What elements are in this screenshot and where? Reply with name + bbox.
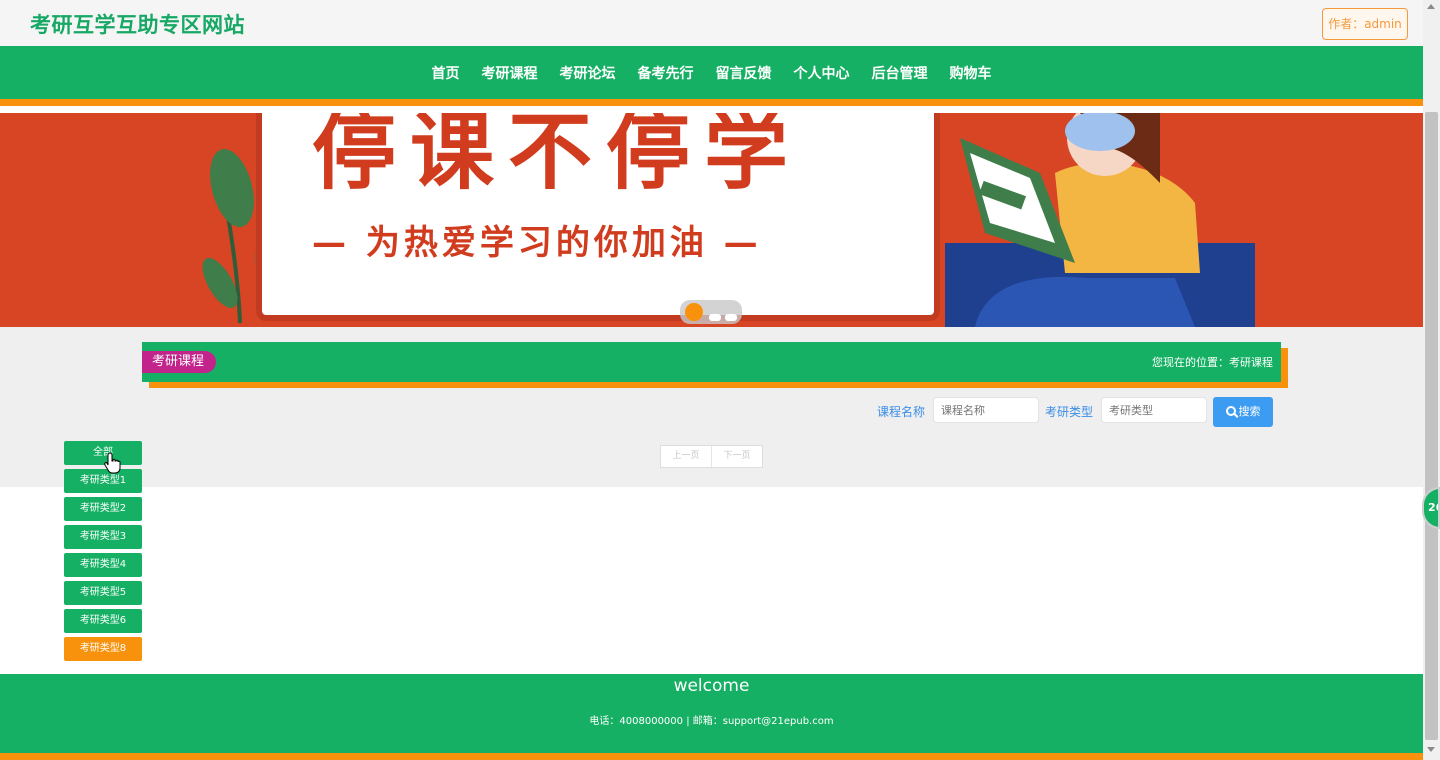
section-title-bar: 考研课程 您现在的位置：考研课程 xyxy=(142,342,1281,382)
search-button-label: 搜索 xyxy=(1238,405,1261,418)
category-type-2[interactable]: 考研类型2 xyxy=(64,497,142,521)
search-button[interactable]: 搜索 xyxy=(1213,397,1273,427)
category-type-5[interactable]: 考研类型5 xyxy=(64,581,142,605)
site-title[interactable]: 考研互学互助专区网站 xyxy=(30,9,245,39)
category-type-1[interactable]: 考研类型1 xyxy=(64,469,142,493)
scroll-down-arrow-icon[interactable] xyxy=(1427,747,1435,752)
main-nav: 首页 考研课程 考研论坛 备考先行 留言反馈 个人中心 后台管理 购物车 xyxy=(0,46,1423,106)
exam-type-input[interactable] xyxy=(1101,397,1207,423)
carousel-dot-active[interactable] xyxy=(685,303,703,321)
banner-subline: — 为热爱学习的你加油 — xyxy=(312,223,762,263)
category-type-4[interactable]: 考研类型4 xyxy=(64,553,142,577)
nav-item-prep[interactable]: 备考先行 xyxy=(638,63,694,83)
hand-cursor-icon xyxy=(104,452,121,474)
top-header: 考研互学互助专区网站 作者：admin xyxy=(0,0,1423,46)
course-name-label: 课程名称 xyxy=(877,405,926,419)
carousel-dot[interactable] xyxy=(709,314,721,321)
content-area: 考研课程 您现在的位置：考研课程 课程名称 考研类型 搜索 上一页 下一页 xyxy=(0,327,1423,487)
nav-item-admin[interactable]: 后台管理 xyxy=(872,63,928,83)
nav-item-home[interactable]: 首页 xyxy=(432,63,460,83)
category-type-8[interactable]: 考研类型8 xyxy=(64,637,142,661)
search-icon xyxy=(1225,406,1236,416)
category-menu: 全部 考研类型1 考研类型2 考研类型3 考研类型4 考研类型5 考研类型6 考… xyxy=(64,441,142,665)
reader-illustration xyxy=(945,113,1255,327)
banner-carousel[interactable]: 停课不停学 — 为热爱学习的你加油 — xyxy=(0,113,1423,327)
carousel-indicator xyxy=(680,300,742,324)
pagination: 上一页 下一页 xyxy=(660,445,763,468)
course-name-input[interactable] xyxy=(933,397,1039,423)
category-type-6[interactable]: 考研类型6 xyxy=(64,609,142,633)
nav-list: 首页 考研课程 考研论坛 备考先行 留言反馈 个人中心 后台管理 购物车 xyxy=(0,46,1423,99)
exam-type-label: 考研类型 xyxy=(1045,405,1094,419)
nav-item-cart[interactable]: 购物车 xyxy=(950,63,992,83)
category-type-3[interactable]: 考研类型3 xyxy=(64,525,142,549)
breadcrumb: 您现在的位置：考研课程 xyxy=(1152,356,1273,369)
section-title: 考研课程 xyxy=(142,351,217,373)
search-row: 课程名称 考研类型 搜索 xyxy=(0,397,1423,427)
category-all[interactable]: 全部 xyxy=(64,441,142,465)
footer-contact: 电话：4008000000 | 邮箱：support@21epub.com xyxy=(589,716,834,727)
banner-headline: 停课不停学 xyxy=(312,113,803,201)
nav-item-forum[interactable]: 考研论坛 xyxy=(560,63,616,83)
scroll-thumb[interactable] xyxy=(1425,112,1438,740)
prev-page-button[interactable]: 上一页 xyxy=(661,446,711,467)
next-page-button[interactable]: 下一页 xyxy=(711,446,762,467)
vertical-scrollbar[interactable] xyxy=(1423,0,1440,760)
footer: welcome 电话：4008000000 | 邮箱：support@21epu… xyxy=(0,674,1423,760)
nav-item-feedback[interactable]: 留言反馈 xyxy=(716,63,772,83)
scroll-up-arrow-icon[interactable] xyxy=(1427,4,1435,9)
nav-item-courses[interactable]: 考研课程 xyxy=(482,63,538,83)
author-badge[interactable]: 作者：admin xyxy=(1322,8,1408,40)
footer-welcome: welcome xyxy=(673,676,750,696)
nav-item-profile[interactable]: 个人中心 xyxy=(794,63,850,83)
carousel-dot[interactable] xyxy=(725,314,737,321)
